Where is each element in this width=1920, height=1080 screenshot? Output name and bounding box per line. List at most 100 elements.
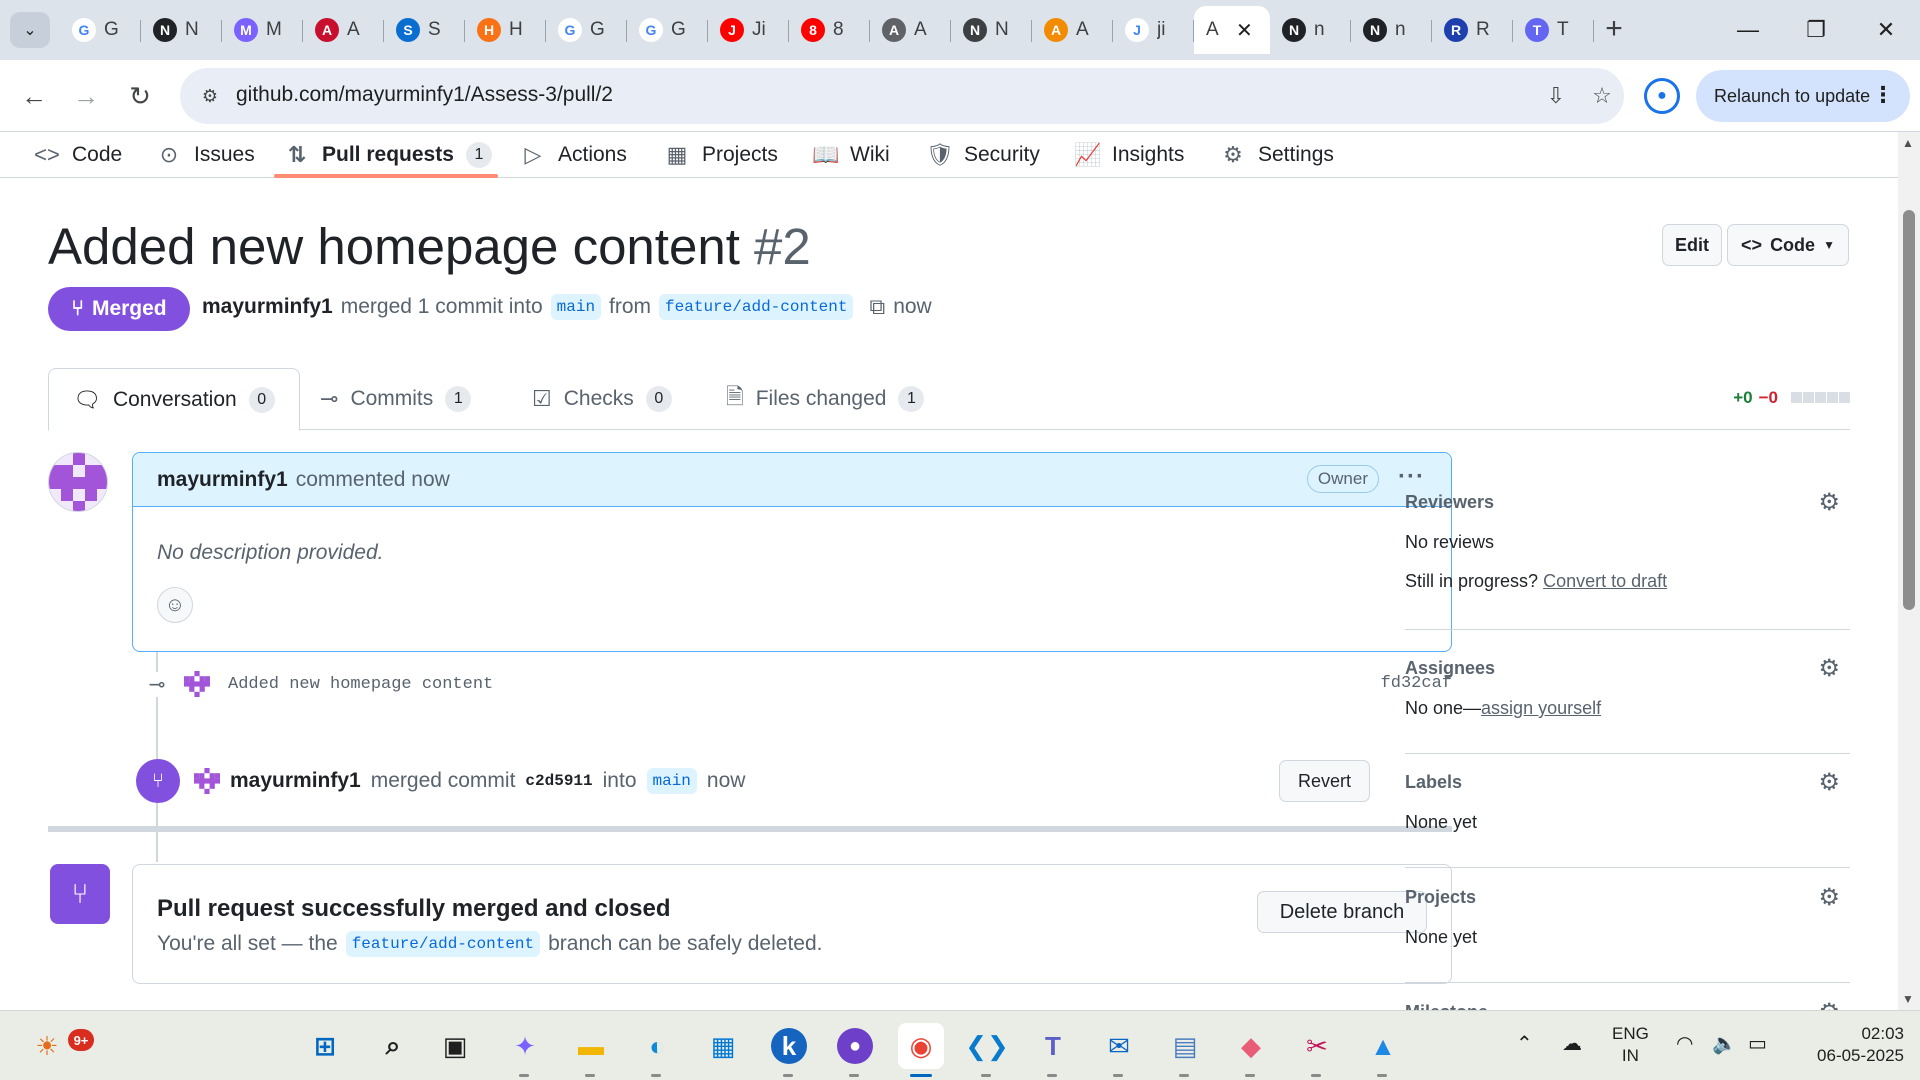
repo-nav-projects[interactable]: ▦ Projects <box>664 132 778 178</box>
close-tab-icon[interactable]: ✕ <box>1236 18 1253 43</box>
avatar[interactable] <box>48 452 108 512</box>
scroll-up-arrow-icon[interactable]: ▲ <box>1902 136 1914 150</box>
tab-commits[interactable]: ⊸ Commits 1 <box>320 368 472 430</box>
repo-nav-insights[interactable]: 📈 Insights <box>1074 132 1184 178</box>
outlook-icon[interactable]: ✉ <box>1096 1023 1142 1077</box>
tab-conversation[interactable]: 🗨 Conversation 0 <box>48 368 300 431</box>
browser-tab[interactable]: GG <box>627 6 708 54</box>
weather-widget-icon[interactable]: ☀ 9+ <box>24 1023 94 1069</box>
comment-author-link[interactable]: mayurminfy1 <box>157 468 288 492</box>
teams-icon[interactable]: T <box>1030 1023 1076 1077</box>
notepad-icon[interactable]: ▤ <box>1162 1023 1208 1077</box>
onedrive-cloud-icon[interactable]: ☁ <box>1562 1031 1582 1056</box>
browser-tab[interactable]: J Ji <box>708 6 789 54</box>
browser-tab[interactable]: TT <box>1513 6 1594 54</box>
kebab-horizontal-icon[interactable]: ··· <box>1398 463 1425 491</box>
scroll-down-arrow-icon[interactable]: ▼ <box>1902 992 1914 1006</box>
site-info-icon[interactable]: ⚙ <box>194 80 226 112</box>
speaker-muted-icon[interactable]: 🔈 <box>1712 1031 1737 1056</box>
reload-button[interactable]: ↻ <box>120 76 160 116</box>
browser-tab[interactable]: AA <box>303 6 384 54</box>
url-text[interactable]: github.com/mayurminfy1/Assess-3/pull/2 <box>236 83 613 107</box>
browser-tab[interactable]: SS <box>384 6 465 54</box>
merge-branch[interactable]: main <box>646 768 697 794</box>
convert-to-draft-link[interactable]: Convert to draft <box>1543 571 1667 591</box>
vscode-icon[interactable]: ❮❯ <box>964 1023 1010 1077</box>
browser-tab[interactable]: Nn <box>1270 6 1351 54</box>
start-windows-icon[interactable]: ⊞ <box>302 1023 348 1069</box>
repo-nav-actions[interactable]: ▷ Actions <box>520 132 627 178</box>
copy-icon[interactable]: ⧉ <box>869 294 885 320</box>
merge-sha-link[interactable]: c2d5911 <box>525 772 592 790</box>
tab-files-changed[interactable]: 🗎 Files changed 1 <box>726 368 925 430</box>
tab-checks[interactable]: ☑ Checks 0 <box>532 368 672 430</box>
gear-icon[interactable]: ⚙ <box>1818 998 1840 1010</box>
bookmark-star-icon[interactable]: ☆ <box>1586 80 1618 112</box>
restore-button[interactable]: ❐ <box>1786 10 1846 50</box>
chrome-icon[interactable]: ◉ <box>898 1023 944 1077</box>
repo-nav-pull-requests[interactable]: ⇅ Pull requests 1 <box>284 132 492 178</box>
gear-icon[interactable]: ⚙ <box>1818 768 1840 797</box>
browser-tab[interactable]: GG <box>546 6 627 54</box>
delete-branch-button[interactable]: Delete branch <box>1257 891 1427 933</box>
edge-icon[interactable]: ◐ <box>634 1023 680 1077</box>
repo-nav-security[interactable]: 🛡 Security <box>926 132 1040 178</box>
more-menu-icon[interactable]: ⋮ <box>1872 82 1894 108</box>
relaunch-button[interactable]: Relaunch to update ⋮ <box>1696 70 1910 122</box>
repo-nav-code[interactable]: <> Code <box>34 132 122 178</box>
repo-nav-settings[interactable]: ⚙ Settings <box>1220 132 1334 178</box>
browser-tab[interactable]: HH <box>465 6 546 54</box>
new-tab-button[interactable]: + <box>1596 12 1632 46</box>
photos-icon[interactable]: ▲ <box>1360 1023 1406 1077</box>
browser-tab[interactable]: RR <box>1432 6 1513 54</box>
close-window-button[interactable]: ✕ <box>1856 10 1916 50</box>
tab-search-button[interactable]: ⌄ <box>10 12 50 48</box>
base-branch[interactable]: main <box>550 294 602 320</box>
add-reaction-button[interactable]: ☺ <box>157 587 193 623</box>
repo-nav-issues[interactable]: ⊙ Issues <box>156 132 255 178</box>
browser-tab[interactable]: GG <box>60 6 141 54</box>
pr-author-link[interactable]: mayurminfy1 <box>202 295 333 319</box>
gear-icon[interactable]: ⚙ <box>1818 654 1840 683</box>
language-indicator[interactable]: ENG IN <box>1612 1023 1649 1067</box>
browser-tab[interactable]: AA <box>870 6 951 54</box>
head-branch[interactable]: feature/add-content <box>659 294 854 320</box>
merge-author-link[interactable]: mayurminfy1 <box>230 769 361 793</box>
store-icon[interactable]: ▦ <box>700 1023 746 1069</box>
browser-tab-active[interactable]: A ✕ <box>1194 6 1270 54</box>
system-clock[interactable]: 02:03 06-05-2025 <box>1800 1023 1904 1067</box>
gear-icon[interactable]: ⚙ <box>1818 488 1840 517</box>
k-app-icon[interactable]: k <box>766 1023 812 1077</box>
merged-branch[interactable]: feature/add-content <box>345 931 541 957</box>
code-dropdown-button[interactable]: <> Code ▼ <box>1727 224 1849 266</box>
avatar[interactable] <box>184 671 210 697</box>
minimize-button[interactable]: — <box>1718 10 1778 50</box>
commit-message-link[interactable]: Added new homepage content <box>228 675 493 694</box>
repo-nav-wiki[interactable]: 📖 Wiki <box>812 132 890 178</box>
browser-tab[interactable]: NN <box>951 6 1032 54</box>
wifi-icon[interactable]: ◠ <box>1676 1031 1693 1056</box>
github-desktop-icon[interactable]: ● <box>832 1023 878 1077</box>
browser-tab[interactable]: 88 <box>789 6 870 54</box>
search-icon[interactable]: ⌕ <box>370 1023 416 1069</box>
browser-tab[interactable]: AA <box>1032 6 1113 54</box>
scrollbar-thumb[interactable] <box>1903 210 1915 610</box>
address-bar[interactable]: ⚙ github.com/mayurminfy1/Assess-3/pull/2… <box>180 68 1624 124</box>
copilot-icon[interactable]: ✦ <box>502 1023 548 1077</box>
chevron-up-icon[interactable]: ⌃ <box>1516 1031 1533 1056</box>
browser-tab[interactable]: MM <box>222 6 303 54</box>
battery-icon[interactable]: ▭ <box>1748 1031 1767 1056</box>
install-app-icon[interactable]: ⇩ <box>1540 80 1572 112</box>
browser-tab[interactable]: Nn <box>1351 6 1432 54</box>
page-scrollbar[interactable]: ▲ ▼ <box>1898 132 1920 1010</box>
browser-tab[interactable]: Jji <box>1113 6 1194 54</box>
paint-icon[interactable]: ◆ <box>1228 1023 1274 1077</box>
browser-tab[interactable]: NN <box>141 6 222 54</box>
forward-button[interactable]: → <box>66 76 106 116</box>
task-view-icon[interactable]: ▣ <box>432 1023 478 1069</box>
edit-title-button[interactable]: Edit <box>1662 224 1722 266</box>
profile-avatar-icon[interactable]: ● <box>1644 78 1680 114</box>
avatar[interactable] <box>194 768 220 794</box>
file-explorer-icon[interactable]: ▬ <box>568 1023 614 1077</box>
snipping-tool-icon[interactable]: ✂ <box>1294 1023 1340 1077</box>
